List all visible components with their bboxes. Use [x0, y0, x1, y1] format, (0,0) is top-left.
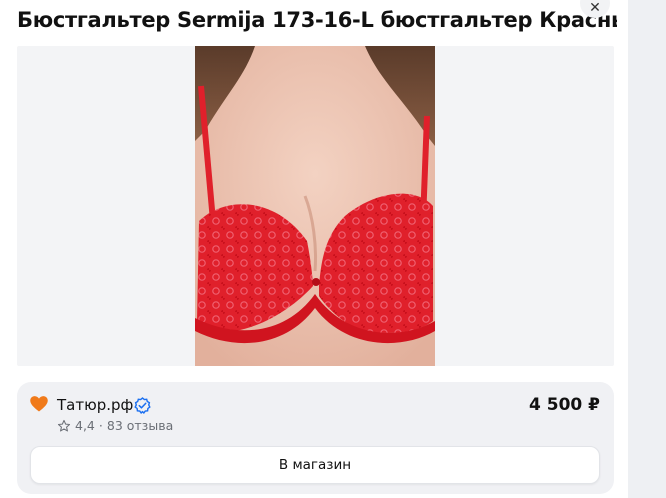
product-photo	[195, 46, 435, 366]
shop-offer-panel: Татюр.рф 4 500 ₽ 4,4 · 83 отзыва В магаз…	[17, 382, 614, 494]
product-card: Бюстгальтер Sermija 173-16-L бюстгальтер…	[0, 0, 628, 498]
reviews-count: 83 отзыва	[106, 418, 174, 433]
price: 4 500 ₽	[529, 395, 600, 415]
verified-check-icon	[134, 397, 151, 414]
background-strip	[628, 0, 666, 498]
close-icon: ✕	[589, 0, 601, 16]
heart-logo	[30, 396, 48, 412]
star-icon	[57, 419, 71, 432]
rating-separator: ·	[98, 418, 103, 433]
product-image-area[interactable]	[17, 46, 614, 366]
go-to-shop-button[interactable]: В магазин	[30, 446, 600, 484]
rating-value: 4,4	[75, 418, 95, 433]
product-title: Бюстгальтер Sermija 173-16-L бюстгальтер…	[17, 8, 617, 32]
shop-rating[interactable]: 4,4 · 83 отзыва	[57, 418, 173, 434]
shop-name[interactable]: Татюр.рф	[57, 395, 133, 415]
